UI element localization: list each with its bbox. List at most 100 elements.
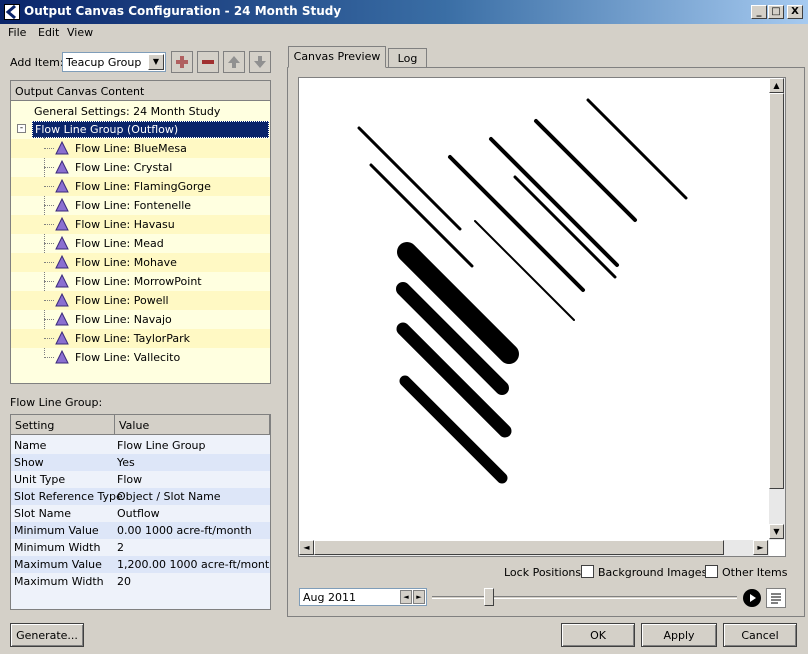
tree-connector [44, 186, 54, 187]
tree-item-flow-line[interactable]: Flow Line: TaylorPark [11, 329, 270, 348]
column-header-setting[interactable]: Setting [11, 415, 115, 435]
button-label: Cancel [741, 629, 779, 642]
tree-connector [44, 224, 54, 225]
setting-value: Outflow [117, 507, 160, 520]
tree-item-flow-line[interactable]: Flow Line: Havasu [11, 215, 270, 234]
button-label: Apply [663, 629, 695, 642]
tree-item-label: Flow Line: Fontenelle [75, 199, 192, 212]
tab-log[interactable]: Log [388, 48, 427, 68]
other-items-checkbox[interactable] [705, 565, 718, 578]
vertical-scrollbar[interactable]: ▲ ▼ [769, 78, 785, 540]
date-prev-icon[interactable]: ◄ [400, 590, 412, 604]
tab-label: Log [397, 52, 418, 65]
scroll-left-icon[interactable]: ◄ [299, 540, 314, 555]
setting-name: Slot Name [14, 507, 72, 520]
table-row[interactable]: Name Flow Line Group [11, 437, 270, 454]
horizontal-scroll-thumb[interactable] [314, 540, 724, 555]
canvas-preview[interactable]: ▲ ▼ ◄ ► [298, 77, 786, 557]
setting-value: 1,200.00 1000 acre-ft/month [117, 558, 271, 571]
text-view-icon[interactable] [766, 588, 786, 608]
setting-value: Object / Slot Name [117, 490, 221, 503]
date-spinner[interactable]: Aug 2011 ◄ ► [299, 588, 427, 606]
tree-item-flow-line[interactable]: Flow Line: Crystal [11, 158, 270, 177]
scroll-down-icon[interactable]: ▼ [769, 524, 784, 539]
tree-item-flow-line-group[interactable]: - Flow Line Group (Outflow) [11, 120, 270, 139]
table-row[interactable]: Maximum Value 1,200.00 1000 acre-ft/month [11, 556, 270, 573]
tree-item-flow-line[interactable]: Flow Line: FlamingGorge [11, 177, 270, 196]
maximize-button[interactable]: □ [768, 5, 784, 19]
generate-button[interactable]: Generate... [10, 623, 84, 647]
add-button[interactable] [171, 51, 193, 73]
table-row[interactable]: Slot Name Outflow [11, 505, 270, 522]
tab-canvas-preview[interactable]: Canvas Preview [288, 46, 386, 68]
app-icon [4, 4, 20, 20]
vertical-scroll-thumb[interactable] [769, 93, 784, 489]
tree-item-general-settings[interactable]: General Settings: 24 Month Study [11, 102, 270, 121]
setting-name: Unit Type [14, 473, 66, 486]
tree-item-label: Flow Line Group (Outflow) [32, 121, 269, 138]
tree-connector [44, 338, 54, 339]
setting-value: 2 [117, 541, 124, 554]
table-row[interactable]: Maximum Width 20 [11, 573, 270, 590]
tree-connector [44, 205, 54, 206]
tree-item-flow-line[interactable]: Flow Line: Mohave [11, 253, 270, 272]
tree-item-label: Flow Line: MorrowPoint [75, 275, 202, 288]
flow-line-mark [534, 119, 637, 222]
button-label: OK [590, 629, 606, 642]
cancel-button[interactable]: Cancel [723, 623, 797, 647]
table-row[interactable]: Show Yes [11, 454, 270, 471]
close-button[interactable]: X [787, 5, 803, 19]
date-next-icon[interactable]: ► [413, 590, 425, 604]
table-row[interactable]: Slot Reference Type Object / Slot Name [11, 488, 270, 505]
column-header-label: Setting [15, 419, 55, 432]
background-images-checkbox[interactable] [581, 565, 594, 578]
tree-item-label: Flow Line: Havasu [75, 218, 175, 231]
menu-view[interactable]: View [67, 26, 93, 39]
tree-item-flow-line[interactable]: Flow Line: MorrowPoint [11, 272, 270, 291]
tab-label: Canvas Preview [293, 50, 381, 63]
setting-name: Minimum Value [14, 524, 99, 537]
tree-item-flow-line[interactable]: Flow Line: Vallecito [11, 348, 270, 367]
tree-item-flow-line[interactable]: Flow Line: Fontenelle [11, 196, 270, 215]
flow-line-mark [489, 137, 619, 267]
tree-item-label: Flow Line: Mohave [75, 256, 177, 269]
tree-item-flow-line[interactable]: Flow Line: BlueMesa [11, 139, 270, 158]
tree-connector [44, 148, 54, 149]
setting-value: Yes [117, 456, 135, 469]
horizontal-scrollbar[interactable]: ◄ ► [299, 540, 769, 556]
scroll-right-icon[interactable]: ► [753, 540, 768, 555]
add-item-select[interactable]: Teacup Group ▼ [62, 52, 166, 72]
column-header-value[interactable]: Value [115, 415, 270, 435]
setting-name: Show [14, 456, 44, 469]
date-value: Aug 2011 [303, 591, 356, 604]
minimize-button[interactable]: _ [751, 5, 767, 19]
button-label: Generate... [16, 629, 78, 642]
settings-table: Setting Value Name Flow Line Group Show Yes… [10, 414, 271, 610]
tree-item-label: Flow Line: BlueMesa [75, 142, 187, 155]
remove-button[interactable] [197, 51, 219, 73]
tree-connector [44, 262, 54, 263]
menu-file[interactable]: File [8, 26, 26, 39]
setting-value: 20 [117, 575, 131, 588]
tree-connector [44, 300, 54, 301]
tree-item-label: Flow Line: Crystal [75, 161, 173, 174]
apply-button[interactable]: Apply [641, 623, 717, 647]
menu-edit[interactable]: Edit [38, 26, 59, 39]
table-row[interactable]: Minimum Width 2 [11, 539, 270, 556]
scroll-up-icon[interactable]: ▲ [769, 78, 784, 93]
setting-value: Flow [117, 473, 143, 486]
collapse-icon[interactable]: - [17, 124, 26, 133]
tree-item-label: Flow Line: Vallecito [75, 351, 181, 364]
flow-line-mark [513, 175, 617, 279]
move-up-button[interactable] [223, 51, 245, 73]
tree-item-flow-line[interactable]: Flow Line: Navajo [11, 310, 270, 329]
move-down-button[interactable] [249, 51, 271, 73]
tree-item-flow-line[interactable]: Flow Line: Mead [11, 234, 270, 253]
table-row[interactable]: Minimum Value 0.00 1000 acre-ft/month [11, 522, 270, 539]
ok-button[interactable]: OK [561, 623, 635, 647]
play-icon[interactable] [743, 589, 761, 607]
timeline-slider-thumb[interactable] [483, 588, 494, 606]
flow-line-mark [399, 375, 508, 484]
tree-item-flow-line[interactable]: Flow Line: Powell [11, 291, 270, 310]
table-row[interactable]: Unit Type Flow [11, 471, 270, 488]
